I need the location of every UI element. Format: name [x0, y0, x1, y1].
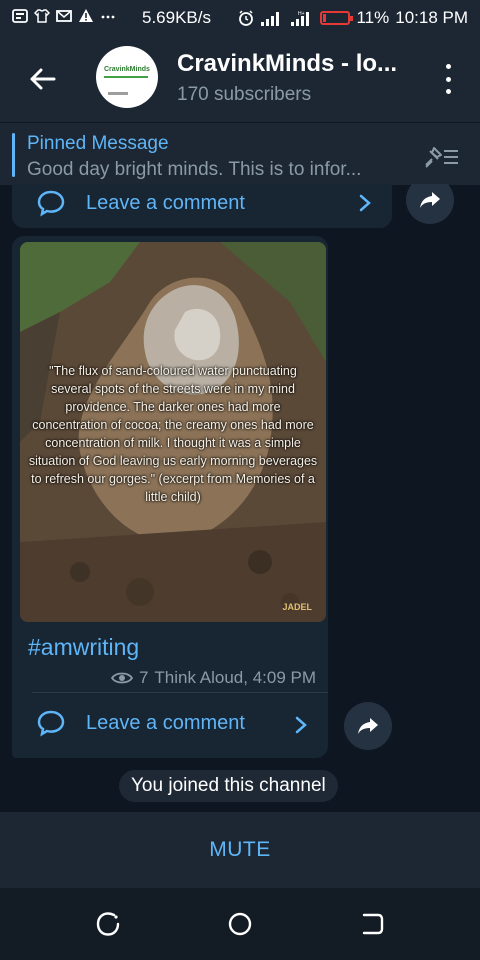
back-arrow-icon[interactable] — [26, 62, 60, 96]
chevron-right-icon — [359, 194, 371, 212]
avatar-logo-line — [104, 76, 148, 78]
view-count: 7 — [138, 668, 149, 687]
previous-post-bubble: Leave a comment — [12, 184, 392, 228]
post-photo[interactable]: "The flux of sand-coloured water punctua… — [20, 242, 326, 622]
status-bar: 5.69KB/s H+ 11% 10:18 PM — [0, 0, 480, 36]
share-button[interactable] — [344, 702, 392, 750]
pin-list-icon[interactable] — [422, 145, 462, 169]
network-speed: 5.69KB/s — [142, 8, 211, 27]
comment-label: Leave a comment — [86, 711, 245, 734]
previous-share-button[interactable] — [406, 184, 454, 224]
avatar-logo-text: CravinkMinds — [104, 66, 150, 73]
status-icons-left — [12, 8, 116, 24]
pinned-text: Good day bright minds. This is to infor.… — [27, 159, 362, 180]
share-arrow-icon — [358, 718, 378, 734]
shirt-icon — [34, 9, 50, 23]
hashtag-link[interactable]: #amwriting — [28, 634, 139, 661]
system-nav-bar — [0, 888, 480, 960]
post-author-time: Think Aloud, 4:09 PM — [154, 668, 316, 687]
service-message: You joined this channel — [119, 770, 338, 802]
recent-apps-icon[interactable] — [94, 910, 122, 938]
alarm-icon — [239, 10, 254, 26]
warning-icon — [79, 9, 93, 22]
eye-icon — [110, 672, 133, 684]
post-bubble: "The flux of sand-coloured water punctua… — [12, 236, 328, 758]
home-icon[interactable] — [226, 910, 254, 938]
avatar-logo-mark — [108, 92, 128, 95]
pinned-indicator — [12, 133, 15, 177]
share-arrow-icon — [420, 192, 440, 208]
previous-comment-label: Leave a comment — [86, 191, 245, 214]
clock: 10:18 PM — [395, 8, 468, 27]
battery-icon — [320, 11, 354, 25]
more-options-icon[interactable] — [444, 64, 452, 94]
signal-icon — [261, 12, 280, 26]
battery-fill — [323, 14, 327, 22]
more-icon — [101, 15, 115, 19]
pinned-message-bar[interactable]: Pinned Message Good day bright minds. Th… — [0, 122, 480, 185]
comment-row[interactable]: Leave a comment — [36, 708, 245, 738]
bottom-action-bar: MUTE — [0, 812, 480, 888]
chevron-right-icon — [295, 716, 307, 734]
subscriber-count: 170 subscribers — [177, 84, 312, 105]
mail-icon — [56, 10, 72, 22]
photo-watermark: JADEL — [282, 602, 312, 612]
previous-comment-row[interactable]: Leave a comment — [36, 188, 245, 218]
comment-divider — [32, 692, 328, 693]
svg-text:H+: H+ — [298, 11, 305, 17]
channel-title[interactable]: CravinkMinds - lo... — [177, 50, 397, 78]
signal-hplus-icon: H+ — [291, 11, 310, 26]
comment-icon — [37, 190, 65, 217]
post-meta: 7 Think Aloud, 4:09 PM — [110, 668, 316, 688]
channel-avatar[interactable]: CravinkMinds — [96, 46, 158, 108]
back-nav-icon[interactable] — [358, 910, 386, 938]
mute-button[interactable]: MUTE — [209, 838, 271, 862]
notification-icon — [12, 9, 28, 23]
chat-area[interactable]: Leave a comment "The flux of sand-colour… — [0, 184, 480, 812]
comment-icon — [37, 710, 65, 737]
battery-percent: 11% — [356, 8, 390, 27]
status-icons-right: H+ 11% 10:18 PM — [238, 8, 468, 28]
chat-header: CravinkMinds CravinkMinds - lo... 170 su… — [0, 36, 480, 122]
photo-quote-text: "The flux of sand-coloured water punctua… — [28, 364, 318, 504]
pinned-label: Pinned Message — [27, 133, 169, 154]
